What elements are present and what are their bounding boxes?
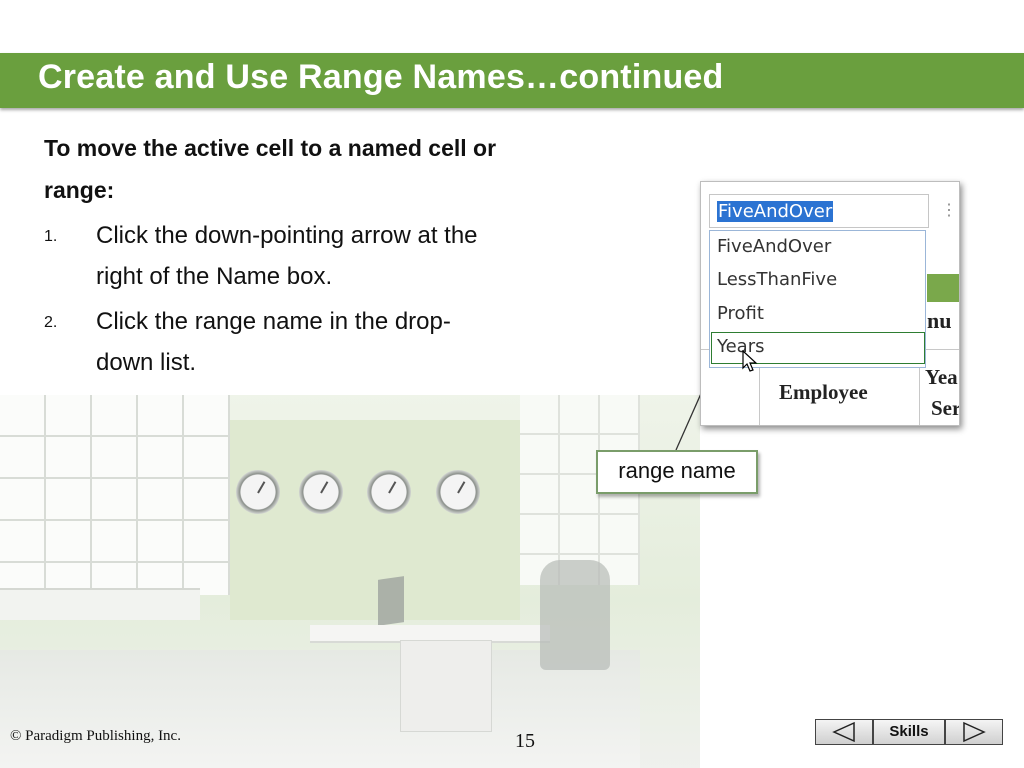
bench — [0, 588, 200, 620]
dropdown-item[interactable]: Profit — [717, 303, 764, 324]
lead-text: To move the active cell to a named cell … — [44, 135, 497, 203]
step-2: 2. Click the range name in the drop-down… — [44, 301, 504, 383]
excel-screenshot: nu Employee Yea Ser FiveAndOver ⋮ FiveAn… — [700, 181, 960, 426]
callout-box: range name — [596, 450, 758, 494]
years-header-bottom: Ser — [931, 396, 960, 420]
slide-body: To move the active cell to a named cell … — [44, 127, 504, 383]
employee-header: Employee — [779, 380, 868, 404]
name-box[interactable]: FiveAndOver — [709, 194, 929, 228]
page-number: 15 — [515, 730, 535, 752]
step-text: Click the range name in the drop-down li… — [96, 308, 451, 376]
clock-icon — [436, 470, 480, 514]
previous-button[interactable] — [815, 719, 873, 745]
vertical-dots-icon[interactable]: ⋮ — [941, 200, 957, 220]
clock-icon — [236, 470, 280, 514]
step-text: Click the down-pointing arrow at the rig… — [96, 222, 478, 290]
ribbon-strip — [927, 274, 959, 302]
dropdown-item[interactable]: FiveAndOver — [717, 236, 831, 257]
years-header-top: Yea — [925, 365, 958, 389]
step-number: 2. — [44, 314, 58, 331]
chair — [540, 560, 610, 670]
dropdown-item[interactable]: LessThanFive — [717, 269, 837, 290]
clock-icon — [299, 470, 343, 514]
left-triangle-icon — [832, 721, 855, 743]
slide-title: Create and Use Range Names…continued — [38, 58, 724, 96]
right-triangle-icon — [963, 721, 986, 743]
step-1: 1. Click the down-pointing arrow at the … — [44, 215, 504, 297]
name-box-value[interactable]: FiveAndOver — [717, 201, 834, 222]
window-grid-left — [0, 395, 230, 595]
next-button[interactable] — [945, 719, 1003, 745]
desk-base — [400, 640, 492, 732]
sheet-header-fragment: nu — [927, 308, 952, 333]
step-number: 1. — [44, 228, 58, 245]
skills-button[interactable]: Skills — [873, 719, 945, 745]
copyright: © Paradigm Publishing, Inc. — [10, 728, 181, 744]
mouse-pointer-icon — [742, 350, 758, 372]
clock-icon — [367, 470, 411, 514]
green-wall — [230, 420, 520, 620]
callout-label: range name — [618, 458, 736, 483]
grid-line — [759, 366, 760, 425]
laptop — [378, 576, 404, 626]
